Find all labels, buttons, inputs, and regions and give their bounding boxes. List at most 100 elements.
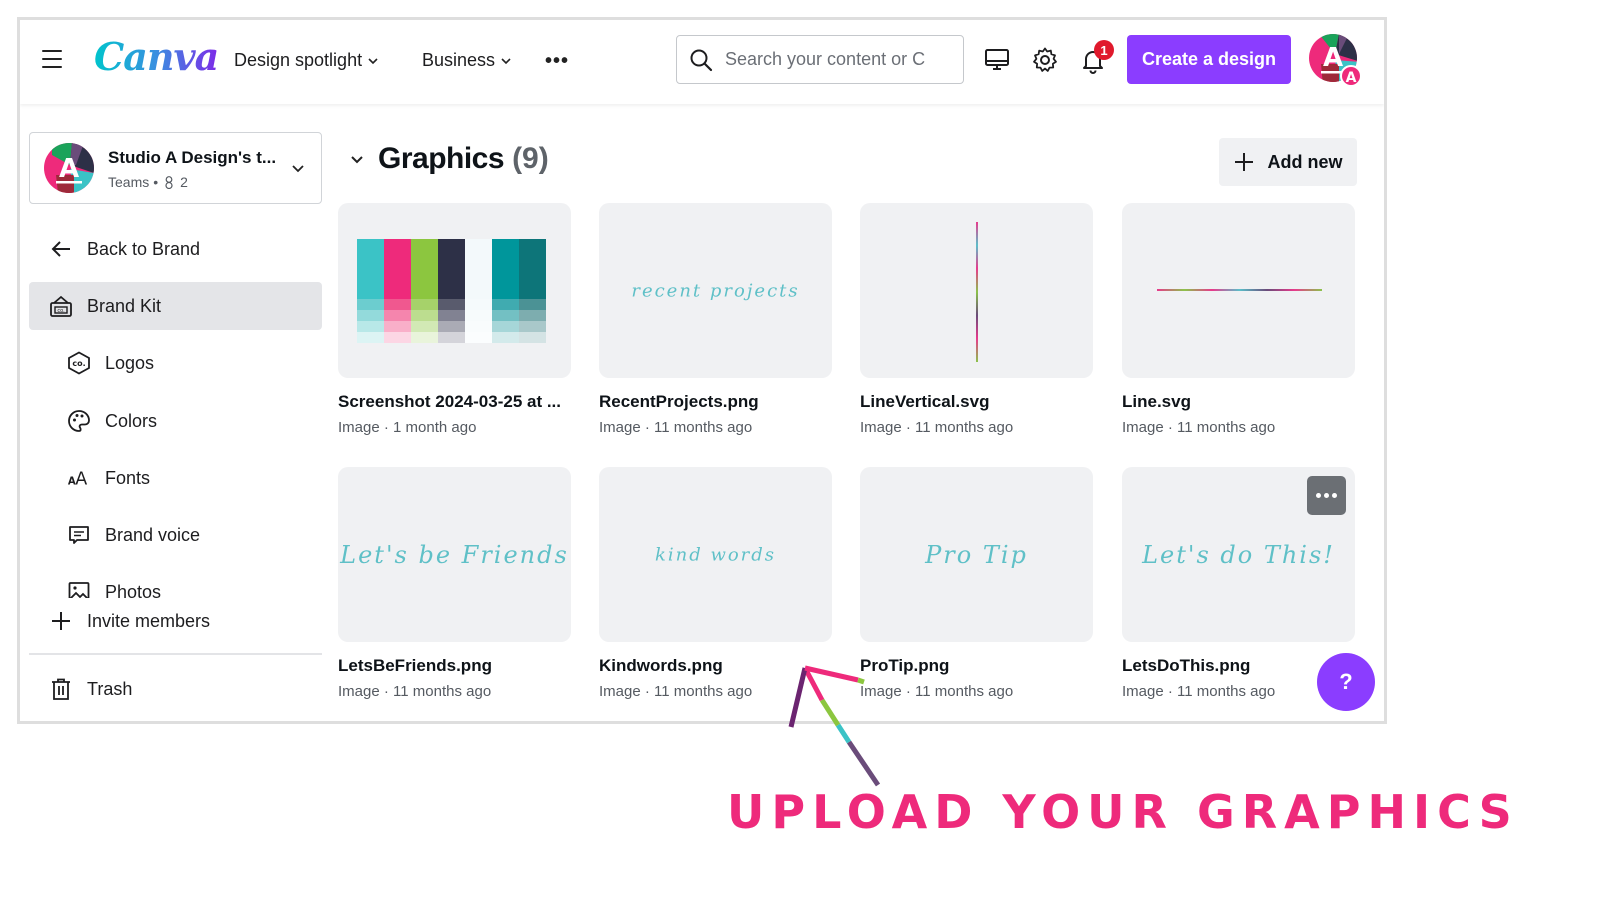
- people-icon: [165, 176, 173, 189]
- palette-swatch-tint: [519, 310, 546, 321]
- plus-icon: [49, 609, 73, 633]
- graphic-thumbnail: [860, 203, 1093, 378]
- team-plan: Teams: [108, 174, 150, 190]
- card-type: Image: [860, 683, 902, 700]
- sidebar-item-fonts[interactable]: A A Fonts: [29, 454, 322, 502]
- palette-swatch-tint: [519, 321, 546, 332]
- palette-swatch-base: [465, 239, 492, 299]
- palette-swatch-column: [519, 239, 546, 343]
- sidebar-item-photos[interactable]: Photos: [29, 568, 322, 598]
- palette-swatch-tint: [492, 332, 519, 343]
- graphic-card[interactable]: Pro Tip ProTip.png Image · 11 months ago: [860, 467, 1093, 700]
- invite-members-label: Invite members: [87, 610, 211, 631]
- palette-swatch-base: [438, 239, 465, 299]
- photos-label: Photos: [105, 581, 162, 599]
- palette-swatch-tint: [519, 332, 546, 343]
- plus-icon: [1234, 153, 1253, 171]
- card-age: 1 month ago: [393, 419, 477, 436]
- palette-swatch-tint: [384, 299, 411, 310]
- brand-voice-label: Brand voice: [105, 524, 201, 545]
- nav-design-spotlight[interactable]: Design spotlight: [234, 50, 378, 71]
- palette-swatch-tint: [465, 299, 492, 310]
- graphic-card[interactable]: Line.svg Image · 11 months ago: [1122, 203, 1355, 436]
- svg-text:co.: co.: [57, 308, 65, 314]
- palette-swatch-column: [357, 239, 384, 343]
- card-title: ProTip.png: [860, 656, 950, 675]
- graphic-thumbnail: [338, 203, 571, 378]
- search-icon: [690, 49, 713, 71]
- graphic-card[interactable]: Let's be Friends LetsBeFriends.png Image…: [338, 467, 571, 700]
- sidebar-item-logos[interactable]: co. Logos: [29, 339, 322, 387]
- card-age: 11 months ago: [654, 683, 753, 700]
- sidebar-item-colors[interactable]: Colors: [29, 397, 322, 445]
- card-meta: Image · 11 months ago: [599, 683, 753, 700]
- add-new-button[interactable]: Add new: [1219, 138, 1357, 186]
- palette-swatch-tint: [411, 321, 438, 332]
- palette-swatch-column: [384, 239, 411, 343]
- menu-icon[interactable]: [42, 50, 62, 68]
- sidebar-divider: [29, 653, 322, 655]
- card-type: Image: [599, 683, 641, 700]
- brand-kit-icon: co.: [49, 294, 73, 318]
- graphic-card[interactable]: recent projects RecentProjects.png Image…: [599, 203, 832, 436]
- sidebar-item-brand-kit[interactable]: co. Brand Kit: [29, 282, 322, 330]
- graphic-thumbnail: kind words: [599, 467, 832, 642]
- team-switcher[interactable]: A Studio A Design's t... Teams • 2: [29, 132, 322, 204]
- card-age: 11 months ago: [393, 683, 492, 700]
- card-type: Image: [1122, 419, 1164, 436]
- collapse-chevron-icon[interactable]: [350, 154, 364, 164]
- card-meta: Image · 1 month ago: [338, 419, 477, 436]
- card-title: LineVertical.svg: [860, 392, 990, 411]
- fonts-icon: A A: [67, 466, 91, 490]
- svg-text:A: A: [1346, 70, 1357, 86]
- gear-icon[interactable]: [1031, 46, 1059, 74]
- palette-swatch-tint: [411, 299, 438, 310]
- canva-window: Canva Design spotlight Business ••• Sear…: [17, 17, 1387, 724]
- horizontal-line-preview: [1157, 289, 1322, 291]
- card-age: 11 months ago: [1177, 683, 1276, 700]
- palette-swatch-column: [465, 239, 492, 343]
- script-preview: Pro Tip: [925, 540, 1028, 569]
- canva-logo[interactable]: Canva: [94, 34, 219, 79]
- help-button[interactable]: ?: [1317, 653, 1375, 711]
- more-nav-button[interactable]: •••: [545, 50, 569, 73]
- team-meta: Teams • 2: [108, 174, 188, 190]
- sidebar-scroll-clip: Photos: [20, 560, 330, 598]
- create-design-button[interactable]: Create a design: [1127, 35, 1291, 84]
- vertical-line-preview: [976, 222, 978, 362]
- card-meta: Image · 11 months ago: [338, 683, 492, 700]
- search-input[interactable]: [725, 49, 925, 70]
- svg-text:co.: co.: [72, 359, 85, 368]
- trash-icon: [49, 677, 73, 701]
- palette-swatch-column: [411, 239, 438, 343]
- search-box[interactable]: [676, 35, 964, 84]
- invite-members-button[interactable]: Invite members: [29, 597, 322, 645]
- graphic-card[interactable]: Let's do This! LetsDoThis.png Image · 11…: [1122, 467, 1355, 700]
- palette-swatch-base: [411, 239, 438, 299]
- back-to-brand-link[interactable]: Back to Brand: [29, 225, 322, 273]
- graphic-card[interactable]: LineVertical.svg Image · 11 months ago: [860, 203, 1093, 436]
- sidebar-item-brand-voice[interactable]: Brand voice: [29, 511, 322, 559]
- card-type: Image: [860, 419, 902, 436]
- separator-dot: •: [153, 174, 159, 190]
- sidebar-item-trash[interactable]: Trash: [29, 665, 322, 713]
- card-type: Image: [338, 419, 380, 436]
- palette-swatch-tint: [357, 332, 384, 343]
- user-avatar[interactable]: A A: [1309, 34, 1361, 86]
- team-avatar: A: [44, 143, 94, 193]
- palette-swatch-base: [519, 239, 546, 299]
- desktop-icon[interactable]: [983, 46, 1011, 74]
- message-icon: [67, 523, 91, 547]
- card-age: 11 months ago: [1177, 419, 1276, 436]
- card-age: 11 months ago: [915, 683, 1014, 700]
- card-age: 11 months ago: [915, 419, 1014, 436]
- nav-business[interactable]: Business: [422, 50, 511, 71]
- card-more-options-button[interactable]: [1307, 476, 1346, 515]
- palette-swatch-tint: [357, 310, 384, 321]
- card-meta: Image · 11 months ago: [860, 419, 1014, 436]
- graphic-card[interactable]: Screenshot 2024-03-25 at ... Image · 1 m…: [338, 203, 571, 436]
- palette-swatch-tint: [357, 321, 384, 332]
- colors-label: Colors: [105, 410, 158, 431]
- graphic-card[interactable]: kind words Kindwords.png Image · 11 mont…: [599, 467, 832, 700]
- script-preview: Let's do This!: [1142, 540, 1335, 569]
